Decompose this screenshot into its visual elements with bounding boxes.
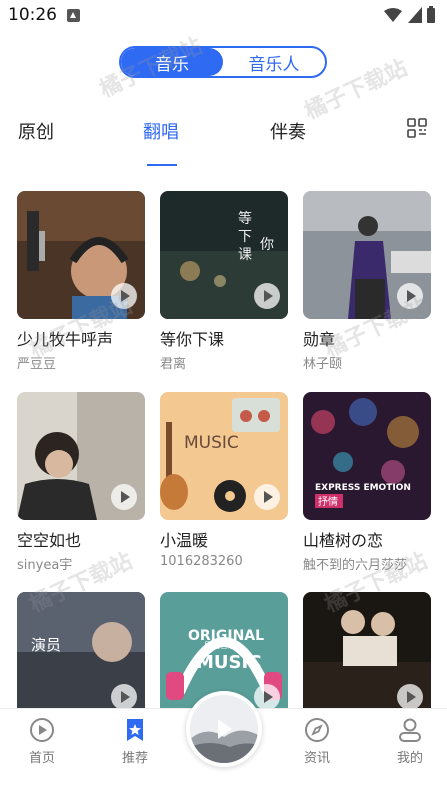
tab-accompaniment[interactable]: 伴奏 — [270, 118, 306, 144]
user-icon — [399, 718, 421, 742]
cover-text: 课 — [238, 247, 252, 263]
category-tabs: 原创 翻唱 伴奏 — [0, 112, 447, 172]
play-button[interactable] — [397, 283, 423, 309]
song-cover — [17, 191, 145, 319]
song-artist: sinyea宇 — [17, 558, 73, 573]
song-title: 小温暖 — [160, 531, 209, 550]
nav-news[interactable]: 资讯 — [287, 717, 347, 766]
song-artist: 触不到的六月莎莎 — [303, 558, 408, 573]
song-cover — [17, 392, 145, 520]
cover-text: 你 — [260, 237, 274, 253]
song-cover: EXPRESS EMOTION 抒情 — [303, 392, 431, 520]
star-bookmark-icon — [127, 719, 143, 741]
nav-mine-label: 我的 — [396, 751, 423, 766]
song-cover: 等 你 下 课 — [160, 191, 288, 319]
nav-mine[interactable]: 我的 — [380, 717, 440, 766]
cover-text: 等 — [238, 210, 252, 227]
play-button[interactable] — [254, 684, 280, 710]
active-tab-indicator — [147, 164, 177, 166]
status-bar: 10:26 — [0, 0, 447, 30]
song-card[interactable]: 勋章 林子颐 — [303, 191, 431, 372]
home-play-icon — [30, 718, 54, 742]
song-cover: 演员 — [17, 592, 145, 720]
play-button[interactable] — [111, 484, 137, 510]
song-artist: 君离 — [160, 357, 187, 372]
cover-text: 演员 — [31, 636, 61, 654]
song-title: 山楂树の恋 — [303, 531, 384, 550]
song-cover: MUSIC — [160, 392, 288, 520]
tab-cover[interactable]: 翻唱 — [143, 118, 179, 144]
nav-home[interactable]: 首页 — [12, 717, 72, 766]
nav-news-label: 资讯 — [303, 751, 330, 766]
song-card[interactable]: 等 你 下 课 等你下课 君离 — [160, 191, 288, 372]
nav-recommend-label: 推荐 — [121, 751, 148, 766]
play-button[interactable] — [397, 684, 423, 710]
notification-icon — [67, 9, 80, 22]
status-time: 10:26 — [8, 5, 57, 25]
toggle-music[interactable]: 音乐 — [121, 48, 223, 76]
nav-recommend[interactable]: 推荐 — [105, 717, 165, 766]
music-type-toggle: 音乐 音乐人 — [119, 46, 327, 78]
song-cover — [303, 592, 431, 720]
song-title: 少儿牧牛呼声 — [17, 330, 114, 349]
wifi-icon — [384, 8, 402, 22]
song-card[interactable] — [303, 592, 431, 720]
nav-home-label: 首页 — [28, 751, 55, 766]
song-card[interactable]: 少儿牧牛呼声 严豆豆 — [17, 191, 145, 372]
play-button[interactable] — [111, 283, 137, 309]
song-artist: 林子颐 — [303, 357, 343, 372]
cover-text: 原创音乐 — [204, 640, 236, 650]
cover-text: 下 — [238, 229, 252, 245]
song-artist: 严豆豆 — [17, 357, 57, 372]
disc-artwork — [190, 695, 258, 763]
song-card[interactable]: EXPRESS EMOTION 抒情 山楂树の恋 触不到的六月莎莎 — [303, 392, 431, 573]
play-button[interactable] — [254, 283, 280, 309]
cover-text: EXPRESS EMOTION — [315, 483, 411, 493]
song-title: 勋章 — [303, 330, 336, 349]
cover-text: 抒情 — [318, 495, 338, 508]
play-button[interactable] — [111, 684, 137, 710]
play-button[interactable] — [254, 484, 280, 510]
now-playing-disc[interactable] — [186, 691, 262, 767]
song-cover — [303, 191, 431, 319]
cover-text: MUSIC — [184, 433, 239, 453]
song-title: 等你下课 — [160, 330, 225, 349]
cover-text: MUSIC — [196, 652, 261, 673]
song-artist: 1016283260 — [160, 554, 243, 569]
battery-icon — [427, 6, 435, 23]
toggle-musician[interactable]: 音乐人 — [223, 48, 325, 76]
song-card[interactable]: 演员 — [17, 592, 145, 720]
tab-original[interactable]: 原创 — [18, 118, 54, 144]
cell-signal-icon — [408, 7, 422, 23]
bottom-navigation: 首页 推荐 资讯 我的 — [0, 691, 447, 797]
song-card[interactable]: 空空如也 sinyea宇 — [17, 392, 145, 573]
song-card[interactable]: MUSIC 小温暖 1016283260 — [160, 392, 288, 569]
grid-view-icon[interactable] — [407, 118, 427, 138]
song-title: 空空如也 — [17, 531, 82, 550]
compass-icon — [305, 718, 329, 742]
